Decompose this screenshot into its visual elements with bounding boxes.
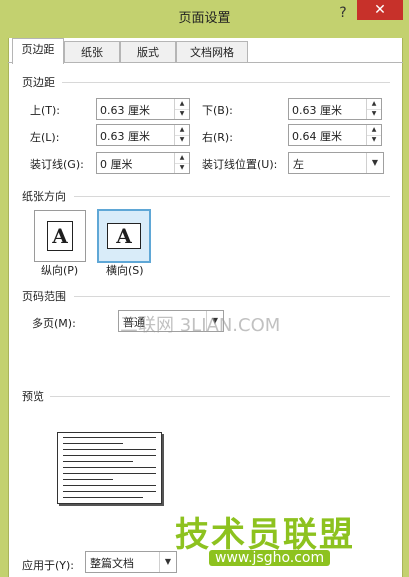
left-margin-stepper[interactable]: 0.63 厘米 ▲ ▼: [96, 124, 190, 146]
preview-line: [63, 443, 123, 444]
gutter-label: 装订线(G):: [30, 158, 84, 171]
preview-line: [63, 479, 113, 480]
preview-section-title: 预览: [22, 390, 44, 403]
landscape-page-icon: A: [107, 223, 141, 249]
preview-line: [63, 497, 143, 498]
preview-line: [63, 485, 156, 486]
help-icon[interactable]: ?: [334, 4, 352, 22]
tab-doc-grid[interactable]: 文档网格: [176, 41, 248, 63]
preview-line: [63, 467, 156, 468]
bottom-margin-value: 0.63 厘米: [292, 104, 342, 117]
apply-to-select[interactable]: 整篇文档 ▼: [85, 551, 177, 573]
gutter-position-label: 装订线位置(U):: [202, 158, 278, 171]
preview-line: [63, 455, 156, 456]
title-bar: 页面设置 ? ✕: [0, 0, 409, 30]
bottom-margin-stepper[interactable]: 0.63 厘米 ▲ ▼: [288, 98, 382, 120]
chevron-down-icon[interactable]: ▼: [366, 153, 383, 173]
spin-down-icon[interactable]: ▼: [175, 163, 189, 173]
right-margin-stepper[interactable]: 0.64 厘米 ▲ ▼: [288, 124, 382, 146]
orientation-section-title: 纸张方向: [22, 190, 66, 203]
bottom-margin-label: 下(B):: [202, 104, 233, 117]
preview-separator: [50, 396, 390, 397]
portrait-page-icon: A: [47, 221, 73, 251]
tab-layout[interactable]: 版式: [120, 41, 176, 63]
gutter-position-value: 左: [293, 158, 304, 171]
apply-to-value: 整篇文档: [90, 557, 134, 570]
preview-line: [63, 461, 133, 462]
apply-to-label: 应用于(Y):: [22, 559, 75, 572]
pages-separator: [74, 296, 390, 297]
tab-margins[interactable]: 页边距: [12, 38, 64, 64]
left-margin-label: 左(L):: [30, 131, 60, 144]
spin-down-icon[interactable]: ▼: [367, 109, 381, 119]
preview-line: [63, 491, 156, 492]
preview-line: [63, 437, 156, 438]
orientation-separator: [74, 196, 390, 197]
gutter-stepper[interactable]: 0 厘米 ▲ ▼: [96, 152, 190, 174]
site-logo-url: www.jsgho.com: [209, 550, 331, 566]
landscape-label: 横向(S): [106, 264, 144, 277]
close-icon[interactable]: ✕: [357, 0, 403, 20]
chevron-down-icon[interactable]: ▼: [159, 552, 176, 572]
top-margin-value: 0.63 厘米: [100, 104, 150, 117]
multiple-pages-label: 多页(M):: [32, 317, 76, 330]
right-margin-value: 0.64 厘米: [292, 130, 342, 143]
pages-section-title: 页码范围: [22, 290, 66, 303]
tab-divider: [8, 62, 403, 63]
spin-down-icon[interactable]: ▼: [175, 109, 189, 119]
right-margin-label: 右(R):: [202, 131, 233, 144]
margins-separator: [62, 82, 390, 83]
page-preview: [57, 432, 162, 504]
margins-section-title: 页边距: [22, 76, 55, 89]
landscape-button[interactable]: A: [97, 209, 151, 263]
spin-down-icon[interactable]: ▼: [367, 135, 381, 145]
site-logo: 技术员联盟: [175, 515, 355, 555]
portrait-label: 纵向(P): [41, 264, 79, 277]
top-margin-label: 上(T):: [30, 104, 61, 117]
tab-paper[interactable]: 纸张: [64, 41, 120, 63]
gutter-position-select[interactable]: 左 ▼: [288, 152, 384, 174]
left-margin-value: 0.63 厘米: [100, 130, 150, 143]
watermark: 三联网 3LIAN.COM: [120, 315, 281, 336]
gutter-value: 0 厘米: [100, 158, 133, 171]
preview-line: [63, 449, 156, 450]
top-margin-stepper[interactable]: 0.63 厘米 ▲ ▼: [96, 98, 190, 120]
portrait-button[interactable]: A: [34, 210, 86, 262]
preview-line: [63, 473, 156, 474]
spin-down-icon[interactable]: ▼: [175, 135, 189, 145]
